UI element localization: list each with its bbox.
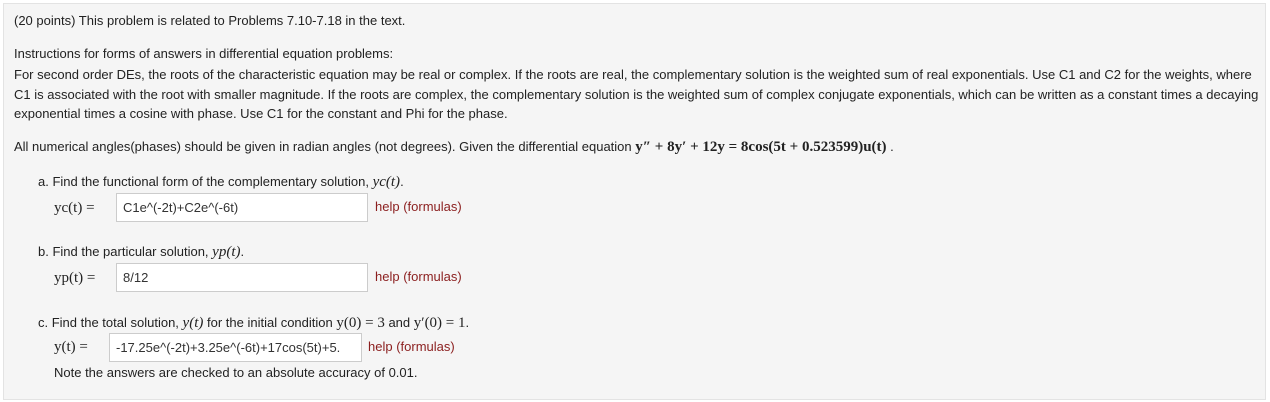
initial-condition-and: and xyxy=(388,315,411,330)
part-c-prompt: c. Find the total solution, xyxy=(38,315,179,330)
initial-condition-2: y′(0) = 1 xyxy=(413,315,466,331)
part-b-symbol: yp(t) xyxy=(212,244,241,260)
part-c-answer-label: y(t) = xyxy=(54,339,88,355)
part-b-prompt-line: b. Find the particular solution, yp(t). xyxy=(38,244,245,260)
instructions-body: For second order DEs, the roots of the c… xyxy=(14,67,1259,121)
complementary-solution-input[interactable]: C1e^(-2t)+C2e^(-6t) xyxy=(116,193,368,222)
part-c-symbol: y(t) xyxy=(182,315,204,331)
part-a-prompt-line: a. Find the functional form of the compl… xyxy=(38,174,404,190)
particular-solution-input[interactable]: 8/12 xyxy=(116,263,368,292)
part-c-prompt-mid: for the initial condition xyxy=(207,315,333,330)
part-a-prompt: a. Find the functional form of the compl… xyxy=(38,174,369,189)
initial-condition-1: y(0) = 3 xyxy=(336,315,385,331)
instructions-title: Instructions for forms of answers in dif… xyxy=(14,46,394,61)
problem-header: (20 points) This problem is related to P… xyxy=(14,13,406,28)
part-c-prompt-line: c. Find the total solution, y(t) for the… xyxy=(38,315,470,331)
part-c-help-link[interactable]: help (formulas) xyxy=(368,339,455,354)
part-b-help-link[interactable]: help (formulas) xyxy=(375,269,462,284)
part-b-answer-label: yp(t) = xyxy=(54,270,96,286)
differential-equation: y″ + 8y′ + 12y = 8cos(5t + 0.523599)u(t) xyxy=(635,139,887,155)
part-a-answer-label: yc(t) = xyxy=(54,200,95,216)
problem-panel: (20 points) This problem is related to P… xyxy=(3,3,1266,400)
accuracy-note: Note the answers are checked to an absol… xyxy=(54,365,418,380)
angles-note-line: All numerical angles(phases) should be g… xyxy=(14,139,894,155)
angles-note: All numerical angles(phases) should be g… xyxy=(14,139,632,154)
part-a-symbol: yc(t) xyxy=(372,174,401,190)
part-a-help-link[interactable]: help (formulas) xyxy=(375,199,462,214)
total-solution-input[interactable]: -17.25e^(-2t)+3.25e^(-6t)+17cos(5t)+5. xyxy=(109,333,362,362)
part-b-prompt: b. Find the particular solution, xyxy=(38,244,209,259)
